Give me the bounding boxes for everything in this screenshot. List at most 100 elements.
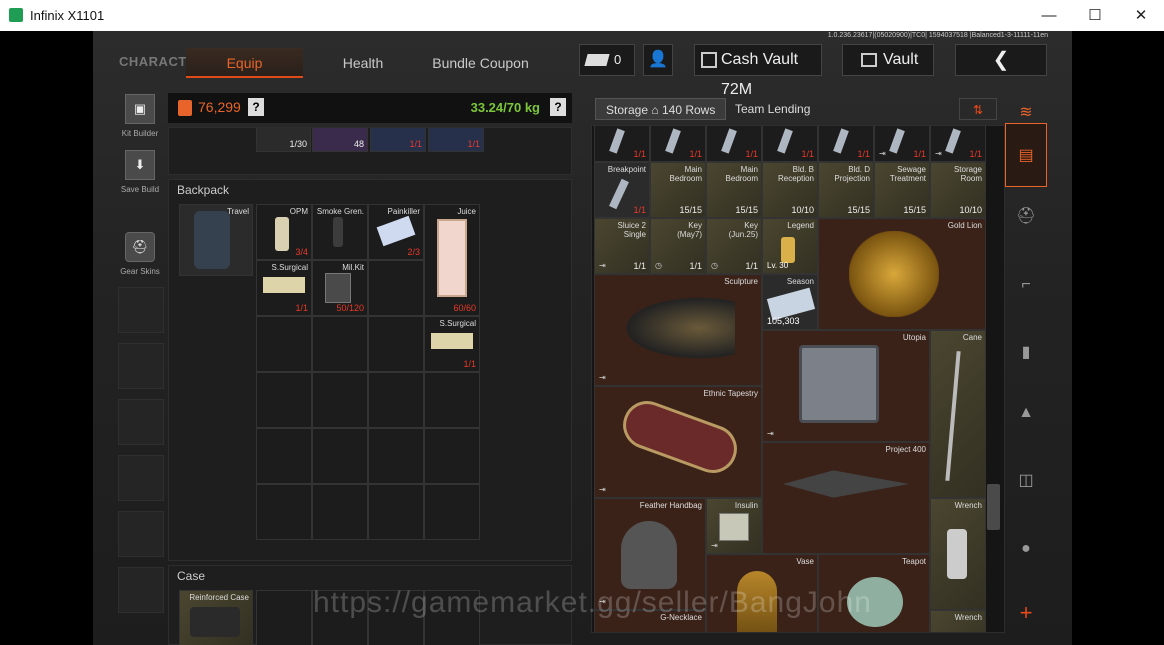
key-cell[interactable]: Storage Room 10/10: [930, 162, 986, 218]
tab-ammo[interactable]: ▲: [1005, 393, 1047, 433]
item-cell[interactable]: Sculpture ⇥: [594, 274, 762, 386]
add-button[interactable]: +: [1005, 593, 1047, 633]
key-cell[interactable]: Bld. D Projection 15/15: [818, 162, 874, 218]
save-build-button[interactable]: ⬇: [125, 150, 155, 180]
item-cell[interactable]: 1/1: [762, 126, 818, 162]
item-cell[interactable]: Ethnic Tapestry ⇥: [594, 386, 762, 498]
tab-health[interactable]: Health: [313, 48, 413, 78]
item-cell[interactable]: Mil.Kit 50/120: [312, 260, 368, 316]
empty-cell[interactable]: [424, 428, 480, 484]
item-cell[interactable]: Insulin ⇥: [706, 498, 762, 554]
tab-equip[interactable]: Equip: [186, 48, 303, 78]
item-cell[interactable]: Juice 60/60: [424, 204, 480, 316]
storage-scrollbar[interactable]: [987, 484, 1000, 530]
item-cell[interactable]: Breakpoint 1/1: [594, 162, 650, 218]
empty-cell[interactable]: [424, 484, 480, 540]
back-button[interactable]: ❮: [955, 44, 1047, 76]
plus-icon: +: [1019, 600, 1033, 625]
item-cell[interactable]: OPM 3/4: [256, 204, 312, 260]
profile-button[interactable]: 👤: [643, 44, 673, 76]
key-cell[interactable]: Bld. B Reception 10/10: [762, 162, 818, 218]
tab-bundle-coupon[interactable]: Bundle Coupon: [423, 48, 538, 78]
tab-storage-active[interactable]: ▤: [1005, 123, 1047, 187]
item-cell[interactable]: 1/1: [370, 128, 426, 152]
key-cell[interactable]: Sewage Treatment 15/15: [874, 162, 930, 218]
cash-vault-button[interactable]: Cash Vault 72M: [694, 44, 822, 98]
key-cell[interactable]: Main Bedroom 15/15: [650, 162, 706, 218]
kit-builder-button[interactable]: ▣: [125, 94, 155, 124]
syringe-icon: [945, 128, 961, 154]
empty-cell[interactable]: [256, 428, 312, 484]
key-cell[interactable]: Main Bedroom 15/15: [706, 162, 762, 218]
item-cell[interactable]: 1/1: [818, 126, 874, 162]
empty-cell[interactable]: [368, 372, 424, 428]
item-cell[interactable]: Season 105,303: [762, 274, 818, 330]
empty-cell[interactable]: [424, 372, 480, 428]
tapestry-icon: [616, 394, 744, 480]
empty-cell[interactable]: [368, 316, 424, 372]
key-cell[interactable]: Key (Jun.25) ◷ 1/1: [706, 218, 762, 274]
item-cell[interactable]: 1/30: [256, 128, 311, 152]
item-cell[interactable]: Gold Lion: [818, 218, 986, 330]
empty-cell[interactable]: [256, 372, 312, 428]
item-cell[interactable]: 48: [312, 128, 368, 152]
tab-magazine[interactable]: ▮: [1005, 333, 1047, 373]
vault-button[interactable]: Vault: [842, 44, 934, 76]
item-cell[interactable]: S.Surgical 1/1: [256, 260, 312, 316]
item-cell[interactable]: 1/1: [706, 126, 762, 162]
close-button[interactable]: ✕: [1118, 0, 1164, 31]
tab-armor[interactable]: ◫: [1005, 461, 1047, 501]
item-cell[interactable]: ⇥ 1/1: [930, 126, 986, 162]
key-cell[interactable]: Sluice 2 Single ⇥ 1/1: [594, 218, 650, 274]
empty-cell[interactable]: [312, 428, 368, 484]
item-cell[interactable]: 1/1: [650, 126, 706, 162]
item-cell[interactable]: Utopia ⇥: [762, 330, 930, 442]
empty-slot[interactable]: [118, 511, 164, 557]
tab-rifle[interactable]: ⌐: [1005, 265, 1047, 305]
item-cell[interactable]: Legend Lv. 30: [762, 218, 818, 274]
item-cell[interactable]: Wrench: [930, 610, 986, 632]
empty-slot[interactable]: [118, 399, 164, 445]
item-cell[interactable]: ⇥ 1/1: [874, 126, 930, 162]
empty-cell[interactable]: [312, 372, 368, 428]
kit-builder-label: Kit Builder: [121, 129, 159, 138]
tab-helmet[interactable]: ⛑: [1005, 197, 1047, 237]
item-cell[interactable]: Project 400: [762, 442, 930, 554]
tab-storage[interactable]: Storage ⌂ 140 Rows: [595, 98, 727, 120]
gear-skins-button[interactable]: ⛑: [125, 232, 155, 262]
empty-cell[interactable]: [368, 484, 424, 540]
empty-slot[interactable]: [118, 343, 164, 389]
sort-button[interactable]: ⇅: [959, 98, 997, 120]
armor-icon: ◫: [1018, 472, 1034, 489]
empty-slot[interactable]: [118, 567, 164, 613]
empty-slot[interactable]: [118, 455, 164, 501]
item-cell[interactable]: 1/1: [594, 126, 650, 162]
weight-help-button[interactable]: ?: [550, 98, 566, 116]
item-cell[interactable]: 1/1: [428, 128, 484, 152]
minimize-button[interactable]: —: [1026, 0, 1072, 31]
backpack-slot[interactable]: Travel: [179, 204, 253, 276]
key-cell[interactable]: Key (May7) ◷ 1/1: [650, 218, 706, 274]
maximize-button[interactable]: ☐: [1072, 0, 1118, 31]
empty-slot[interactable]: [118, 287, 164, 333]
tab-team-lending[interactable]: Team Lending: [725, 98, 820, 120]
case-slot[interactable]: Reinforced Case: [179, 590, 253, 645]
item-cell[interactable]: Cane: [930, 330, 986, 498]
ticket-counter[interactable]: 0: [579, 44, 635, 76]
empty-cell[interactable]: [256, 484, 312, 540]
item-cell[interactable]: Painkiller 2/3: [368, 204, 424, 260]
money-help-button[interactable]: ?: [248, 98, 264, 116]
empty-cell[interactable]: [256, 316, 312, 372]
empty-cell[interactable]: [256, 590, 312, 645]
item-cell[interactable]: S.Surgical 1/1: [424, 316, 480, 372]
empty-cell[interactable]: [368, 428, 424, 484]
exit-icon: ⇥: [879, 149, 886, 158]
empty-cell[interactable]: [368, 260, 424, 316]
item-cell[interactable]: Wrench: [930, 498, 986, 610]
ammo-icon: ▲: [1018, 404, 1034, 421]
item-cell[interactable]: Smoke Gren.: [312, 204, 368, 260]
empty-cell[interactable]: [312, 316, 368, 372]
tab-grenade[interactable]: ●: [1005, 529, 1047, 569]
helmet-icon: ⛑: [131, 239, 149, 254]
empty-cell[interactable]: [312, 484, 368, 540]
